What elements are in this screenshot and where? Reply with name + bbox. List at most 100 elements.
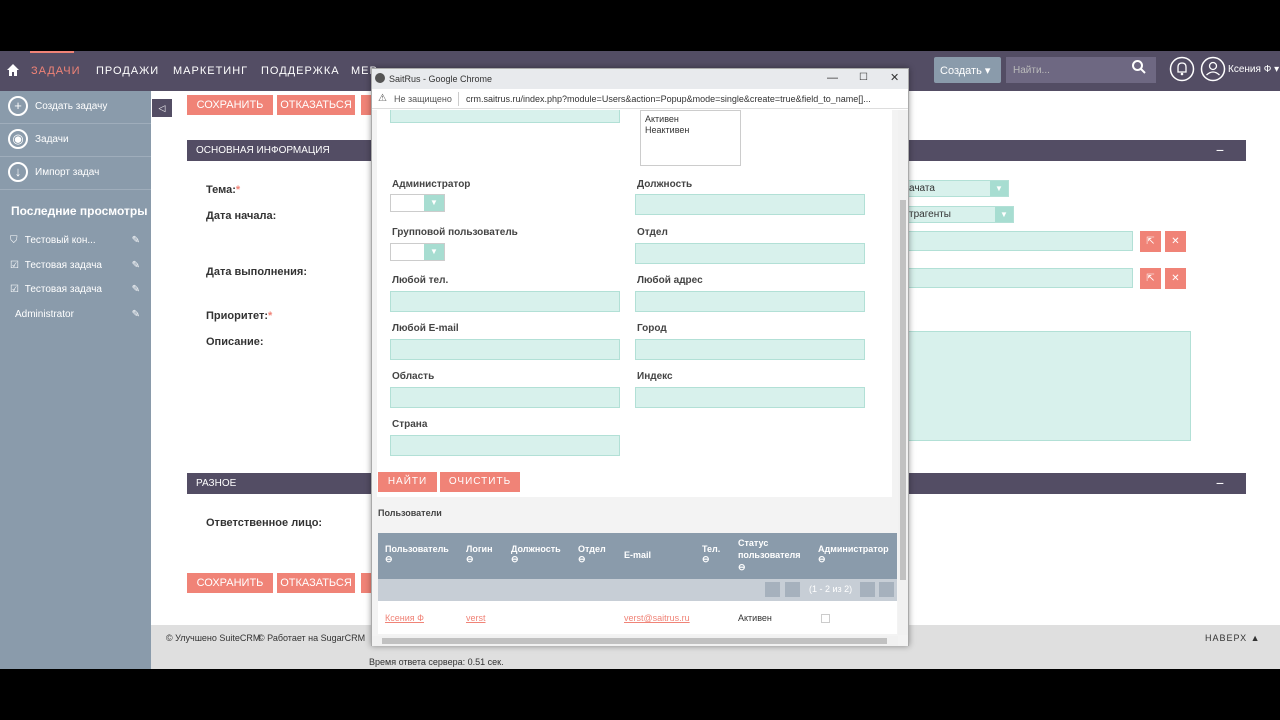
popup-url[interactable]: crm.saitrus.ru/index.php?module=Users&ac…: [466, 94, 896, 104]
clear-parent-button[interactable]: ✕: [1165, 231, 1186, 252]
clear-button[interactable]: ОЧИСТИТЬ: [440, 472, 520, 492]
title-label: Должность: [637, 179, 693, 190]
sort-icon[interactable]: ⊖: [511, 554, 519, 564]
nav-marketing[interactable]: МАРКЕТИНГ: [173, 65, 248, 77]
avatar-icon[interactable]: [1200, 56, 1226, 82]
col-title[interactable]: Должность ⊖: [511, 544, 561, 565]
col-admin[interactable]: Администратор ⊖: [818, 544, 889, 565]
first-page-icon[interactable]: [765, 582, 780, 597]
group-user-select[interactable]: ▼: [390, 243, 445, 261]
sidebar: + Создать задачу ◉ Задачи ↓ Импорт задач…: [0, 91, 151, 669]
admin-select[interactable]: ▼: [390, 194, 445, 212]
recent-item[interactable]: Administrator ✎: [15, 309, 140, 320]
chevron-down-icon: ▼: [990, 181, 1008, 196]
scrollbar-thumb[interactable]: [382, 638, 887, 644]
search-icon[interactable]: [1131, 59, 1147, 75]
parent-type-select[interactable]: трагенты ▼: [908, 206, 1014, 223]
pencil-icon[interactable]: ✎: [132, 260, 140, 271]
select-contact-button[interactable]: ⇱: [1140, 268, 1161, 289]
status-listbox[interactable]: Активен Неактивен: [640, 110, 741, 166]
pencil-icon[interactable]: ✎: [132, 284, 140, 295]
country-input[interactable]: [390, 435, 620, 456]
collapse-icon[interactable]: −: [1216, 475, 1224, 491]
status-option[interactable]: Неактивен: [645, 125, 736, 136]
description-textarea[interactable]: [908, 331, 1191, 441]
popup-address-bar[interactable]: ⚠ Не защищено crm.saitrus.ru/index.php?m…: [372, 89, 908, 109]
footer-suitecrm[interactable]: © Улучшено SuiteCRM: [166, 633, 260, 643]
recent-item[interactable]: ☑ Тестовая задача ✎: [10, 260, 140, 271]
minimize-icon[interactable]: —: [827, 72, 838, 84]
sidebar-create-task[interactable]: + Создать задачу: [0, 91, 151, 124]
popup-titlebar[interactable]: SaitRus - Google Chrome — ☐ ✕: [372, 69, 908, 89]
maximize-icon[interactable]: ☐: [859, 72, 868, 83]
col-status[interactable]: Статус пользователя ⊖: [738, 537, 808, 573]
zip-input[interactable]: [635, 387, 865, 408]
bell-icon[interactable]: [1169, 56, 1195, 82]
col-login[interactable]: Логин ⊖: [466, 544, 493, 565]
find-button[interactable]: НАЙТИ: [378, 472, 437, 492]
chevron-down-icon: ▼: [995, 207, 1013, 222]
date-due-label: Дата выполнения:: [206, 266, 307, 278]
close-icon[interactable]: ✕: [890, 71, 899, 84]
select-parent-button[interactable]: ⇱: [1140, 231, 1161, 252]
user-link[interactable]: Ксения Ф: [385, 613, 424, 623]
recent-item[interactable]: ⛉ Тестовый кон... ✎: [10, 235, 140, 246]
subject-label: Тема:*: [206, 184, 240, 196]
horizontal-scrollbar[interactable]: [372, 636, 898, 646]
nav-sales[interactable]: ПРОДАЖИ: [96, 65, 159, 77]
any-phone-input[interactable]: [390, 291, 620, 312]
nav-support[interactable]: ПОДДЕРЖКА: [261, 65, 340, 77]
nav-tasks[interactable]: ЗАДАЧИ: [31, 65, 81, 77]
next-page-icon[interactable]: [860, 582, 875, 597]
user-menu-name[interactable]: Ксения Ф ▾: [1228, 64, 1279, 75]
admin-label: Администратор: [392, 179, 471, 190]
create-button[interactable]: Создать ▾: [934, 57, 1001, 83]
city-input[interactable]: [635, 339, 865, 360]
collapse-icon[interactable]: −: [1216, 142, 1224, 158]
sort-icon[interactable]: ⊖: [818, 554, 826, 564]
back-to-top-link[interactable]: НАВЕРХ ▲: [1205, 633, 1261, 643]
any-email-input[interactable]: [390, 339, 620, 360]
title-input[interactable]: [635, 194, 865, 215]
footer-sugarcrm[interactable]: © Работает на SugarCRM: [258, 633, 365, 643]
sort-icon[interactable]: ⊖: [466, 554, 474, 564]
pencil-icon[interactable]: ✎: [132, 235, 140, 246]
email-link[interactable]: verst@saitrus.ru: [624, 613, 690, 623]
scrollbar-thumb[interactable]: [900, 200, 906, 580]
sidebar-collapse-icon[interactable]: ◁: [152, 99, 172, 117]
recent-item[interactable]: ☑ Тестовая задача ✎: [10, 284, 140, 295]
save-button[interactable]: СОХРАНИТЬ: [187, 95, 273, 115]
sort-icon[interactable]: ⊖: [578, 554, 586, 564]
col-department[interactable]: Отдел ⊖: [578, 544, 606, 565]
status-select[interactable]: ачата ▼: [908, 180, 1009, 197]
parent-name-input[interactable]: [908, 231, 1133, 251]
cancel-button-bottom[interactable]: ОТКАЗАТЬСЯ: [277, 573, 355, 593]
save-button-bottom[interactable]: СОХРАНИТЬ: [187, 573, 273, 593]
status-option[interactable]: Активен: [645, 114, 736, 125]
last-page-icon[interactable]: [879, 582, 894, 597]
vertical-scrollbar[interactable]: [898, 110, 908, 635]
sort-icon[interactable]: ⊖: [738, 562, 746, 572]
contact-name-input[interactable]: [908, 268, 1133, 288]
cancel-button[interactable]: ОТКАЗАТЬСЯ: [277, 95, 355, 115]
sidebar-import-tasks[interactable]: ↓ Импорт задач: [0, 157, 151, 190]
col-email[interactable]: E-mail: [624, 550, 651, 560]
col-phone[interactable]: Тел. ⊖: [702, 544, 720, 565]
state-input[interactable]: [390, 387, 620, 408]
sidebar-tasks-list[interactable]: ◉ Задачи: [0, 124, 151, 157]
login-link[interactable]: verst: [466, 613, 486, 623]
pencil-icon[interactable]: ✎: [132, 309, 140, 320]
required-icon: *: [268, 310, 273, 322]
prev-page-icon[interactable]: [785, 582, 800, 597]
clear-contact-button[interactable]: ✕: [1165, 268, 1186, 289]
server-response-time: Время ответа сервера: 0.51 сек.: [369, 657, 504, 667]
active-tab-indicator: [30, 51, 74, 53]
sort-icon[interactable]: ⊖: [385, 554, 393, 564]
col-user[interactable]: Пользователь ⊖: [385, 544, 449, 565]
department-input[interactable]: [635, 243, 865, 264]
home-icon[interactable]: [6, 63, 20, 77]
sort-icon[interactable]: ⊖: [702, 554, 710, 564]
warning-icon[interactable]: ⚠: [378, 93, 387, 104]
any-address-input[interactable]: [635, 291, 865, 312]
name-input-cut[interactable]: [390, 110, 620, 123]
